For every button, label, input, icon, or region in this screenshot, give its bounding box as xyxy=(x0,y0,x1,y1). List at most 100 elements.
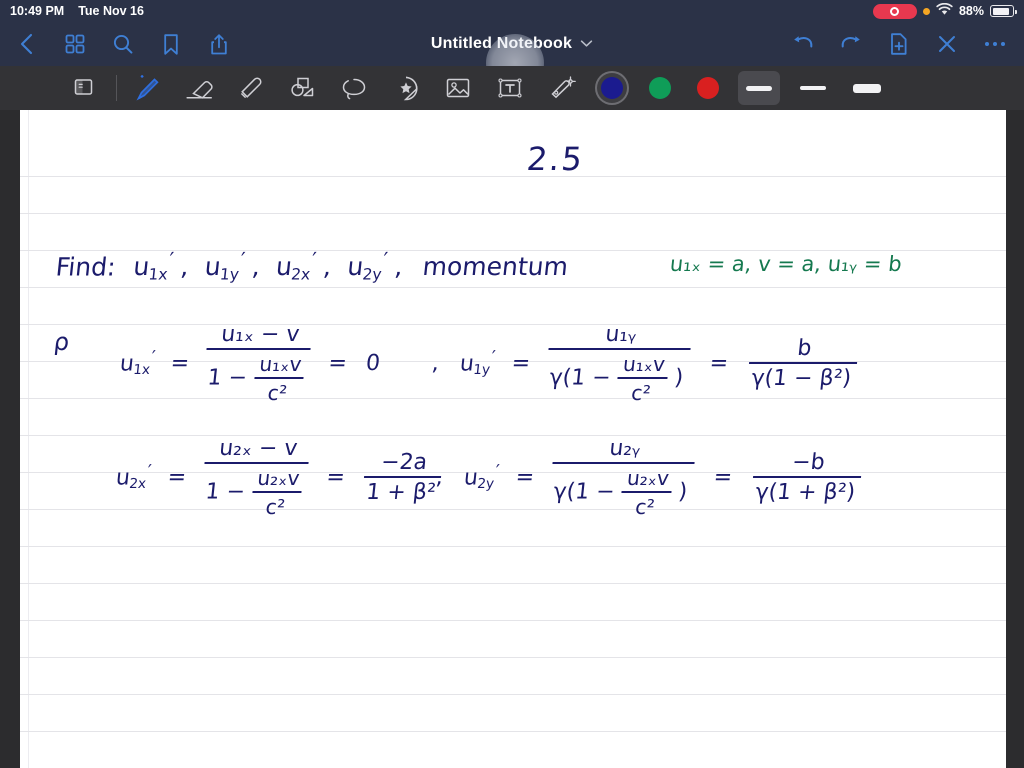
navigation-bar: Untitled Notebook xyxy=(0,22,1024,92)
eq1-den-num: u₁ₓv xyxy=(253,352,307,379)
equals-sign: = xyxy=(166,465,188,490)
more-icon[interactable] xyxy=(982,31,1008,57)
stroke-preview-thick xyxy=(853,83,881,93)
equals-sign: = xyxy=(169,351,191,376)
equals-sign: = xyxy=(708,351,730,376)
magic-wand-icon[interactable] xyxy=(540,68,584,108)
eq2-result-denominator: γ(1 − β²) xyxy=(750,366,853,391)
pen-icon[interactable] xyxy=(124,68,168,108)
ruled-line xyxy=(20,546,1006,547)
ruled-line xyxy=(20,287,1006,288)
eq3-result-numerator: −2a xyxy=(363,450,445,478)
eq2-result-numerator: b xyxy=(749,336,860,364)
record-dot-icon xyxy=(890,6,900,16)
text-box-icon[interactable] xyxy=(488,68,532,108)
status-date: Tue Nov 16 xyxy=(78,4,144,18)
eq2-den-den: c² xyxy=(630,381,652,405)
ruled-line xyxy=(20,657,1006,658)
ruled-line xyxy=(20,731,1006,732)
eq1-den-den: c² xyxy=(266,381,289,405)
nav-left-group xyxy=(0,31,232,57)
handwritten-equation-u2y: , u2y′ = u₂ᵧ γ(1 − u₂ₓv c² ) = −b γ(1 + … xyxy=(432,436,865,519)
eq3-denominator: 1 − u₂ₓv c² xyxy=(199,464,309,519)
color-swatch-navy[interactable] xyxy=(595,71,629,105)
eq1-result: 0 xyxy=(364,351,382,376)
bookmark-icon[interactable] xyxy=(158,31,184,57)
comma: , xyxy=(430,351,441,376)
back-icon[interactable] xyxy=(14,31,40,57)
handwritten-page-title: 2.5 xyxy=(525,140,586,178)
battery-icon xyxy=(990,5,1017,17)
handwritten-givens: u₁ₓ = a, v = a, u₁ᵧ = b xyxy=(668,252,903,276)
handwritten-equation-u1x: u1x′ = u₁ₓ − v 1 − u₁ₓv c² = 0 xyxy=(118,322,382,405)
stroke-width-medium[interactable] xyxy=(792,71,834,105)
equals-sign: = xyxy=(327,351,349,376)
highlighter-icon[interactable] xyxy=(228,68,272,108)
page-layers-icon[interactable] xyxy=(62,68,106,108)
notebook-page[interactable]: 2.5 Find: u1x′ , u1y′ , u2x′ , u2y′ , mo… xyxy=(20,110,1006,768)
color-swatch-green[interactable] xyxy=(643,71,677,105)
screen-recording-indicator[interactable] xyxy=(872,3,917,19)
eq3-den-den: c² xyxy=(264,495,287,519)
lasso-icon[interactable] xyxy=(332,68,376,108)
eq4-den-lead: γ(1 − xyxy=(552,479,616,505)
battery-percent: 88% xyxy=(958,4,984,18)
equals-sign: = xyxy=(712,465,734,490)
comma: , xyxy=(434,465,445,490)
eq2-denominator: γ(1 − u₁ₓv c² ) xyxy=(543,350,690,405)
find-momentum: momentum xyxy=(421,252,570,282)
find-label: Find: xyxy=(54,252,118,282)
status-bar-left: 10:49 PM Tue Nov 16 xyxy=(10,4,144,18)
microphone-in-use-icon xyxy=(922,7,930,15)
eq2-den-lead: γ(1 − xyxy=(548,365,612,391)
shapes-icon[interactable] xyxy=(280,68,324,108)
status-bar-right: 88% xyxy=(872,2,1017,19)
close-icon[interactable] xyxy=(934,31,960,57)
ruled-line xyxy=(20,583,1006,584)
eq4-denominator: γ(1 − u₂ₓv c² ) xyxy=(547,464,694,519)
page-title[interactable]: Untitled Notebook xyxy=(431,35,572,53)
nav-right-group xyxy=(790,31,1024,57)
handwritten-find-line: Find: u1x′ , u1y′ , u2x′ , u2y′ , moment… xyxy=(54,248,570,284)
eq4-result-numerator: −b xyxy=(753,450,864,478)
eq4-den-den: c² xyxy=(634,495,656,519)
eq1-den-lead: 1 − xyxy=(206,365,249,391)
eq3-den-lead: 1 − xyxy=(204,479,247,505)
handwritten-equation-u2x: u2x′ = u₂ₓ − v 1 − u₂ₓv c² = −2a 1 + β² xyxy=(112,436,446,519)
ruled-line xyxy=(20,694,1006,695)
note-canvas[interactable]: 2.5 Find: u1x′ , u1y′ , u2x′ , u2y′ , mo… xyxy=(0,110,1024,768)
sticker-icon[interactable] xyxy=(384,68,428,108)
undo-icon[interactable] xyxy=(790,31,816,57)
ruled-line xyxy=(20,213,1006,214)
stroke-preview-medium xyxy=(800,86,826,90)
stroke-width-thin[interactable] xyxy=(738,71,780,105)
eq4-den-tail: ) xyxy=(677,479,689,505)
eq2-den-num: u₁ₓv xyxy=(617,352,671,379)
eq2-numerator: u₁ᵧ xyxy=(548,322,694,350)
notability-app-window: 10:49 PM Tue Nov 16 88% Untitled Noteboo… xyxy=(0,0,1024,768)
eq4-numerator: u₂ᵧ xyxy=(552,436,698,464)
handwritten-equation-u1y: , u1y′ = u₁ᵧ γ(1 − u₁ₓv c² ) = b γ(1 − β… xyxy=(428,322,861,405)
wifi-icon xyxy=(936,2,953,19)
eraser-icon[interactable] xyxy=(176,68,220,108)
stroke-width-thick[interactable] xyxy=(846,71,888,105)
equals-sign: = xyxy=(514,465,536,490)
color-swatch-red[interactable] xyxy=(691,71,725,105)
eq4-result-denominator: γ(1 + β²) xyxy=(754,480,857,505)
status-bar: 10:49 PM Tue Nov 16 88% xyxy=(0,0,1024,22)
chevron-down-icon[interactable] xyxy=(580,35,593,53)
eq1-denominator: 1 − u₁ₓv c² xyxy=(201,350,311,405)
add-page-icon[interactable] xyxy=(886,31,912,57)
tool-divider xyxy=(116,75,117,101)
search-icon[interactable] xyxy=(110,31,136,57)
eq3-den-num: u₂ₓv xyxy=(251,466,305,493)
grid-icon[interactable] xyxy=(62,31,88,57)
color-dot-red xyxy=(697,77,719,99)
image-icon[interactable] xyxy=(436,68,480,108)
equals-sign: = xyxy=(510,351,532,376)
redo-icon[interactable] xyxy=(838,31,864,57)
tool-bar xyxy=(0,66,1024,110)
share-icon[interactable] xyxy=(206,31,232,57)
ruled-line xyxy=(20,176,1006,177)
eq1-numerator: u₁ₓ − v xyxy=(206,322,314,350)
